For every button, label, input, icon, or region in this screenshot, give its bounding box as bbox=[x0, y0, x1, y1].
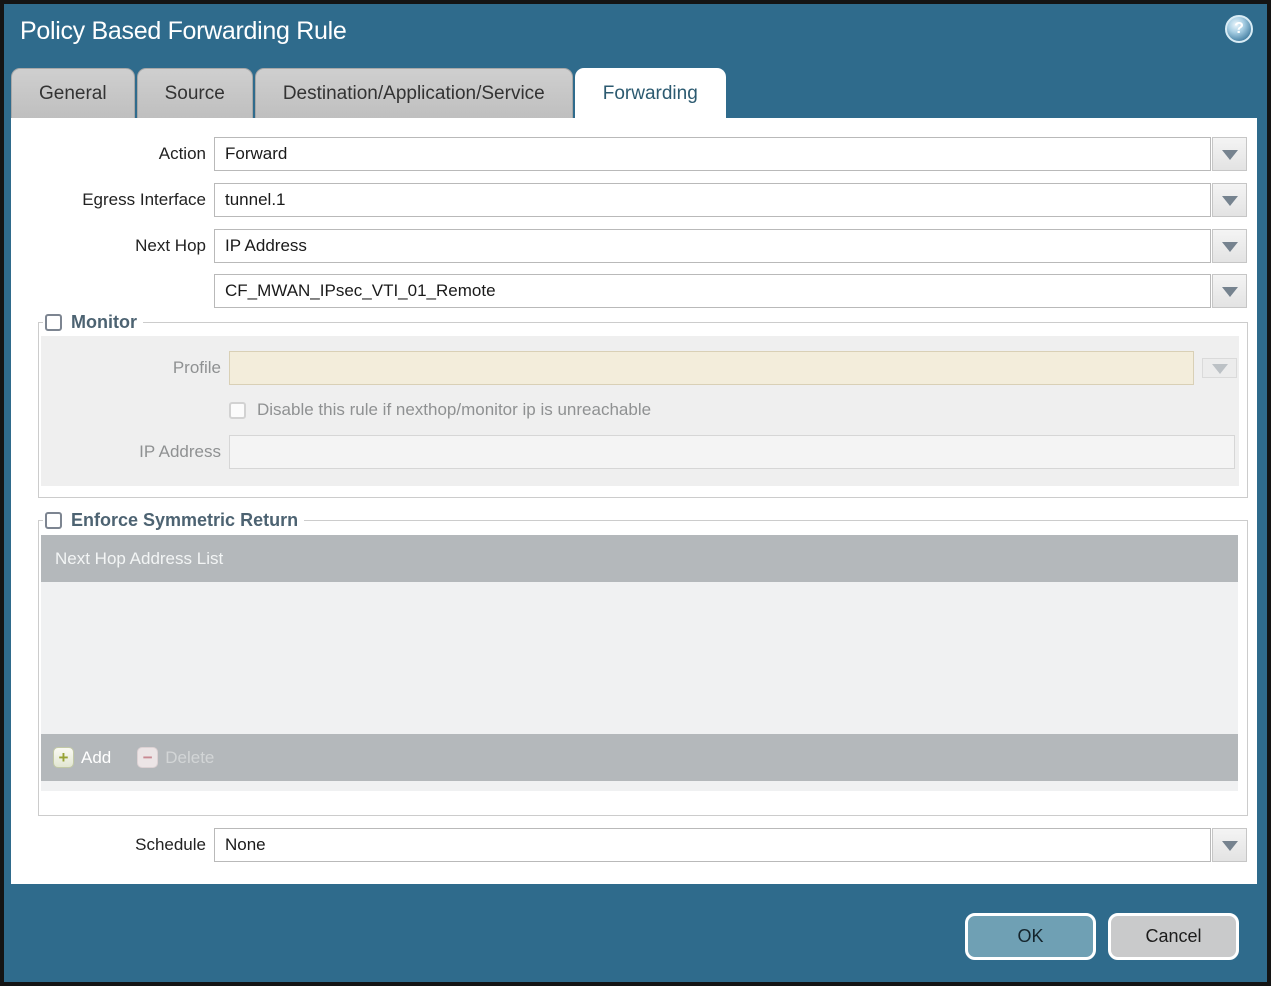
delete-button: − Delete bbox=[137, 747, 214, 768]
ok-button[interactable]: OK bbox=[965, 913, 1096, 960]
schedule-row: Schedule None bbox=[11, 828, 1247, 862]
schedule-label: Schedule bbox=[135, 835, 206, 854]
egress-interface-row: Egress Interface tunnel.1 bbox=[11, 183, 1247, 217]
monitor-panel: Profile Disable this rule if nexthop/mon… bbox=[41, 336, 1239, 486]
cancel-button[interactable]: Cancel bbox=[1108, 913, 1239, 960]
next-hop-address-value[interactable]: CF_MWAN_IPsec_VTI_01_Remote bbox=[214, 274, 1211, 308]
plus-icon: + bbox=[53, 747, 74, 768]
monitor-legend: Monitor bbox=[43, 312, 143, 333]
schedule-dropdown-button[interactable] bbox=[1212, 828, 1247, 862]
policy-forwarding-dialog: Policy Based Forwarding Rule ? General S… bbox=[0, 0, 1271, 986]
next-hop-dropdown-button[interactable] bbox=[1212, 229, 1247, 263]
tab-source[interactable]: Source bbox=[136, 68, 253, 118]
next-hop-label: Next Hop bbox=[135, 236, 206, 255]
next-hop-address-list-table: Next Hop Address List + Add − Delete bbox=[41, 535, 1238, 791]
egress-interface-dropdown-button[interactable] bbox=[1212, 183, 1247, 217]
chevron-down-icon bbox=[1211, 364, 1228, 382]
next-hop-row: Next Hop IP Address bbox=[11, 229, 1247, 263]
egress-interface-combo[interactable]: tunnel.1 bbox=[214, 183, 1247, 217]
enforce-symmetric-return-section: Enforce Symmetric Return Next Hop Addres… bbox=[38, 510, 1248, 816]
add-button[interactable]: + Add bbox=[53, 747, 111, 768]
egress-interface-label: Egress Interface bbox=[82, 190, 206, 209]
enforce-symmetric-return-legend: Enforce Symmetric Return bbox=[43, 510, 304, 531]
next-hop-address-dropdown-button[interactable] bbox=[1212, 274, 1247, 308]
next-hop-address-combo[interactable]: CF_MWAN_IPsec_VTI_01_Remote bbox=[214, 274, 1247, 308]
chevron-down-icon bbox=[1221, 196, 1238, 214]
profile-label: Profile bbox=[172, 358, 221, 377]
enforce-symmetric-return-title: Enforce Symmetric Return bbox=[71, 510, 299, 530]
profile-dropdown-button bbox=[1202, 358, 1237, 378]
action-dropdown-button[interactable] bbox=[1212, 137, 1247, 171]
dialog-title: Policy Based Forwarding Rule bbox=[20, 17, 347, 45]
tab-destination-application-service[interactable]: Destination/Application/Service bbox=[254, 68, 573, 118]
action-value[interactable]: Forward bbox=[214, 137, 1211, 171]
monitor-ip-address-row: IP Address bbox=[41, 435, 1239, 469]
disable-rule-label: Disable this rule if nexthop/monitor ip … bbox=[257, 400, 652, 419]
action-combo[interactable]: Forward bbox=[214, 137, 1247, 171]
table-header: Next Hop Address List bbox=[41, 535, 1238, 582]
chevron-down-icon bbox=[1221, 841, 1238, 859]
disable-rule-row: Disable this rule if nexthop/monitor ip … bbox=[41, 400, 1239, 420]
help-icon[interactable]: ? bbox=[1225, 15, 1253, 43]
table-footer: + Add − Delete bbox=[41, 734, 1238, 781]
disable-rule-checkbox bbox=[229, 401, 246, 419]
monitor-ip-address-field bbox=[229, 435, 1235, 469]
add-button-label: Add bbox=[81, 747, 112, 767]
action-label: Action bbox=[158, 144, 206, 163]
enforce-symmetric-return-checkbox[interactable] bbox=[45, 512, 62, 529]
chevron-down-icon bbox=[1221, 242, 1238, 260]
delete-button-label: Delete bbox=[165, 747, 215, 767]
next-hop-address-row: CF_MWAN_IPsec_VTI_01_Remote bbox=[11, 274, 1247, 308]
tab-forwarding[interactable]: Forwarding bbox=[574, 68, 726, 118]
chevron-down-icon bbox=[1221, 287, 1238, 305]
table-bottom-strip bbox=[41, 781, 1238, 791]
forwarding-tab-panel: Action Forward Egress Interface tunnel.1… bbox=[11, 118, 1257, 884]
schedule-value[interactable]: None bbox=[214, 828, 1211, 862]
monitor-checkbox[interactable] bbox=[45, 314, 62, 331]
table-body-empty bbox=[41, 582, 1238, 734]
profile-row: Profile bbox=[41, 351, 1239, 385]
next-hop-address-list-column-header: Next Hop Address List bbox=[55, 548, 224, 568]
next-hop-value[interactable]: IP Address bbox=[214, 229, 1211, 263]
monitor-title: Monitor bbox=[71, 312, 137, 332]
chevron-down-icon bbox=[1221, 150, 1238, 168]
monitor-ip-address-label: IP Address bbox=[139, 442, 221, 461]
egress-interface-value[interactable]: tunnel.1 bbox=[214, 183, 1211, 217]
minus-icon: − bbox=[137, 747, 159, 768]
profile-field bbox=[229, 351, 1194, 385]
action-row: Action Forward bbox=[11, 137, 1247, 171]
tab-bar: General Source Destination/Application/S… bbox=[11, 68, 726, 118]
tab-general[interactable]: General bbox=[11, 68, 135, 118]
next-hop-combo[interactable]: IP Address bbox=[214, 229, 1247, 263]
schedule-combo[interactable]: None bbox=[214, 828, 1247, 862]
monitor-section: Monitor Profile Disable this rule if nex… bbox=[38, 312, 1248, 498]
